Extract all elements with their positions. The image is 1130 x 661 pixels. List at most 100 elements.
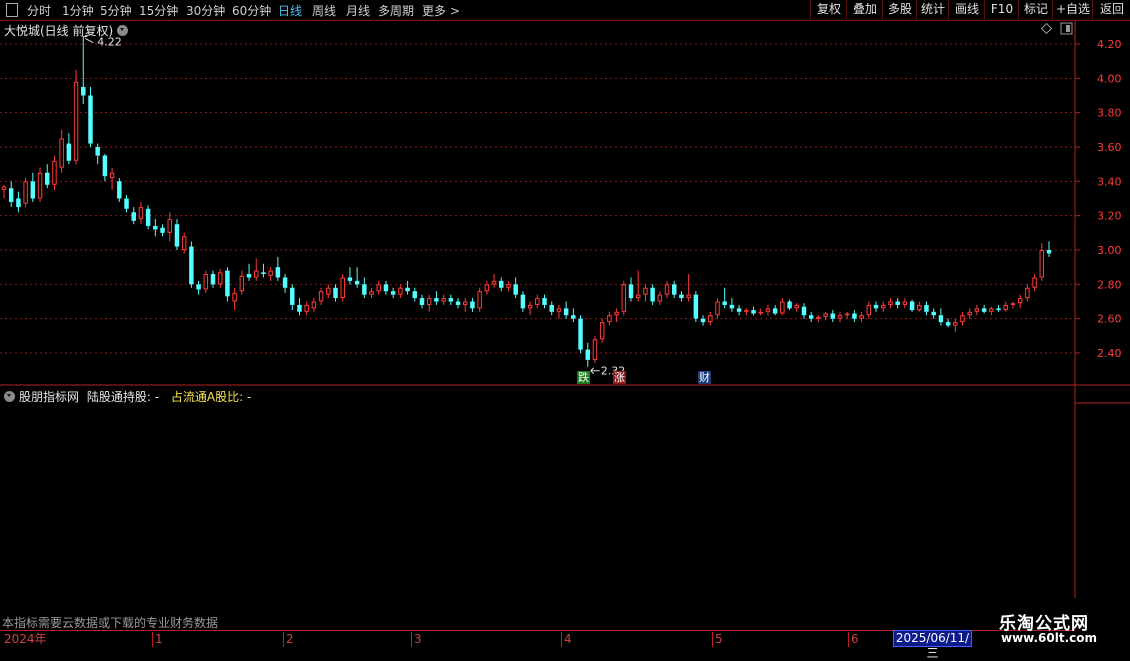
candle-body <box>679 294 684 299</box>
candle-body <box>290 287 295 305</box>
candle-body <box>772 308 778 314</box>
candle-body <box>657 294 663 302</box>
finance-tag[interactable]: 财 <box>698 371 711 384</box>
candle-body <box>326 287 331 295</box>
candle-body <box>297 304 302 312</box>
candle-body <box>196 284 201 290</box>
candle-body <box>578 318 583 350</box>
candle-body <box>275 267 281 278</box>
candle-body <box>318 291 324 302</box>
indicator-name: 股朋指标网 <box>19 390 80 404</box>
candle-body <box>340 277 345 299</box>
candle-body <box>888 301 893 305</box>
candle-body <box>823 313 828 317</box>
candle-body <box>744 310 749 312</box>
indicator-dropdown-icon[interactable] <box>4 391 15 402</box>
candle-body <box>592 339 598 360</box>
candle-body <box>441 298 446 302</box>
candle-body <box>881 304 886 309</box>
candle-body <box>463 301 468 305</box>
indicator-field-holdings: 陆股通持股: - <box>86 390 160 404</box>
candle-body <box>239 275 245 292</box>
candle-body <box>758 311 763 314</box>
candle-body <box>585 349 590 360</box>
candle-body <box>37 172 43 199</box>
candle-body <box>967 311 972 316</box>
candle-body <box>477 291 482 309</box>
candle-body <box>837 315 843 319</box>
candle-body <box>254 270 259 278</box>
candle-body <box>801 306 807 316</box>
candle-body <box>751 310 756 314</box>
candle-body <box>989 308 994 312</box>
candle-body <box>333 287 338 299</box>
candle-body <box>859 315 864 319</box>
candle-body <box>210 274 216 285</box>
candle-body <box>513 284 518 295</box>
candle-body <box>873 304 879 309</box>
candle-body <box>181 236 187 250</box>
candle-body <box>426 298 432 305</box>
x-tick-2: 2 <box>283 632 294 647</box>
y-axis-ticks: 4.20 4.00 3.80 3.60 3.40 3.20 3.00 2.80 2.60 2.40 <box>1075 38 1122 360</box>
candle-body <box>664 284 670 295</box>
candle-body <box>412 291 418 299</box>
candle-body <box>924 304 929 312</box>
candle-body <box>448 298 454 302</box>
stock-title-text: 大悦城(日线 前复权) <box>4 24 114 38</box>
panel-toggle-icon[interactable] <box>1060 22 1073 35</box>
candle-body <box>354 280 360 285</box>
data-notice: 本指标需要云数据或下载的专业财务数据 <box>2 616 219 630</box>
candle-body <box>808 315 814 319</box>
candle-body <box>672 284 677 295</box>
candle-body <box>362 284 367 295</box>
candle-body <box>167 219 172 233</box>
candle-body <box>549 304 554 312</box>
high-arrow <box>85 38 94 44</box>
candle-body <box>16 198 21 208</box>
rise-tag[interactable]: 涨 <box>613 371 626 384</box>
dropdown-icon[interactable] <box>117 25 129 36</box>
candle-body <box>909 301 915 311</box>
candle-body <box>203 274 209 290</box>
y-tick-label: 3.60 <box>1097 141 1122 154</box>
candle-body <box>499 280 504 288</box>
candle-body <box>470 301 475 309</box>
candle-body <box>830 313 836 319</box>
candle-body <box>1025 287 1030 299</box>
candle-body <box>261 272 266 275</box>
candle-body <box>232 292 237 302</box>
x-tick-4: 4 <box>561 632 572 647</box>
candle-body <box>66 143 72 161</box>
y-tick-label: 3.00 <box>1097 244 1122 257</box>
candle-body <box>268 270 273 276</box>
candle-body <box>902 301 908 305</box>
candle-body <box>81 86 86 96</box>
y-tick-label: 2.40 <box>1097 347 1122 360</box>
x-tick-2024: 2024年 <box>4 632 47 646</box>
candle-body <box>722 301 727 305</box>
candle-body <box>174 224 180 247</box>
stock-title: 大悦城(日线 前复权) <box>4 22 129 39</box>
candle-body <box>953 322 958 326</box>
candle-body <box>23 181 28 204</box>
y-tick-label: 2.60 <box>1097 313 1122 326</box>
candle-body <box>1010 303 1016 305</box>
kline-chart[interactable]: 4.20 4.00 3.80 3.60 3.40 3.20 3.00 2.80 2.60 2.40… <box>0 0 1130 650</box>
fall-tag[interactable]: 跌 <box>577 371 590 384</box>
indicator-field-ratio: 占流通A股比: - <box>170 390 252 404</box>
x-tick-3: 3 <box>411 632 422 647</box>
candle-body <box>282 277 288 288</box>
candle-body <box>715 301 720 316</box>
candle-body <box>621 284 627 312</box>
candles <box>1 40 1052 367</box>
diamond-icon[interactable] <box>1040 22 1053 35</box>
candle-body <box>780 301 785 314</box>
candle-body <box>311 301 317 309</box>
candle-body <box>405 287 410 292</box>
candle-body <box>686 294 691 299</box>
candle-body <box>145 208 151 226</box>
candle-body <box>376 284 381 292</box>
candle-body <box>117 181 122 199</box>
candle-body <box>866 304 872 316</box>
